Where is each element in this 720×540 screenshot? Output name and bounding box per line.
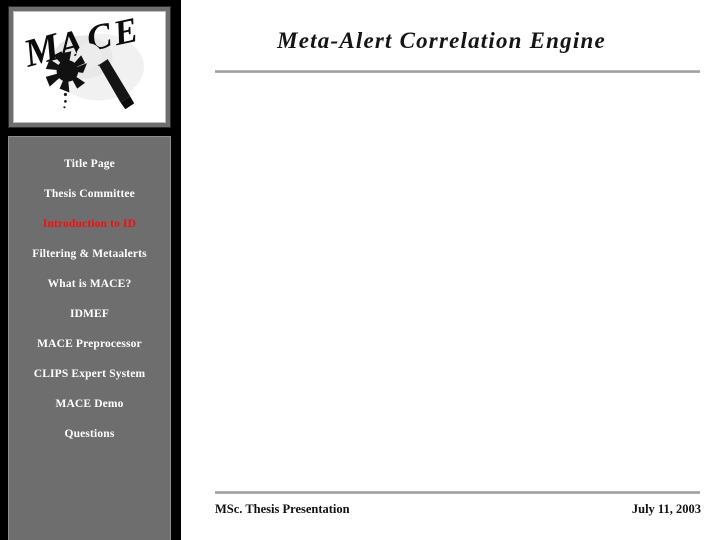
header-divider xyxy=(215,70,700,73)
sidebar-item-clips-expert-system[interactable]: CLIPS Expert System xyxy=(9,367,170,397)
logo-frame: M A C E xyxy=(8,6,171,128)
slide-header: Meta-Alert Correlation Engine xyxy=(181,0,720,90)
footer-presentation-label: MSc. Thesis Presentation xyxy=(215,502,350,516)
sidebar-item-introduction-to-id[interactable]: Introduction to ID xyxy=(9,217,170,247)
sidebar-item-filtering-and-metaalerts[interactable]: Filtering & Metaalerts xyxy=(9,247,170,277)
logo-plate: M A C E xyxy=(13,11,166,123)
footer-date: July 11, 2003 xyxy=(631,502,701,516)
mace-weapon-icon: M A C E xyxy=(18,12,145,110)
footer-divider xyxy=(215,491,700,494)
sidebar-item-mace-demo[interactable]: MACE Demo xyxy=(9,397,170,427)
sidebar-item-thesis-committee[interactable]: Thesis Committee xyxy=(9,187,170,217)
slide-content xyxy=(181,90,720,488)
sidebar-item-questions[interactable]: Questions xyxy=(9,427,170,457)
sidebar-menu: Title Page Thesis Committee Introduction… xyxy=(8,136,171,540)
sidebar-item-mace-preprocessor[interactable]: MACE Preprocessor xyxy=(9,337,170,367)
sidebar: M A C E Title Page Thesis Committee Intr… xyxy=(0,0,181,540)
sidebar-item-idmef[interactable]: IDMEF xyxy=(9,307,170,337)
slide: M A C E Title Page Thesis Committee Intr… xyxy=(0,0,720,540)
sidebar-item-what-is-mace[interactable]: What is MACE? xyxy=(9,277,170,307)
sidebar-item-title-page[interactable]: Title Page xyxy=(9,157,170,187)
page-title: Meta-Alert Correlation Engine xyxy=(277,28,606,53)
slide-footer: MSc. Thesis Presentation July 11, 2003 xyxy=(181,488,720,540)
